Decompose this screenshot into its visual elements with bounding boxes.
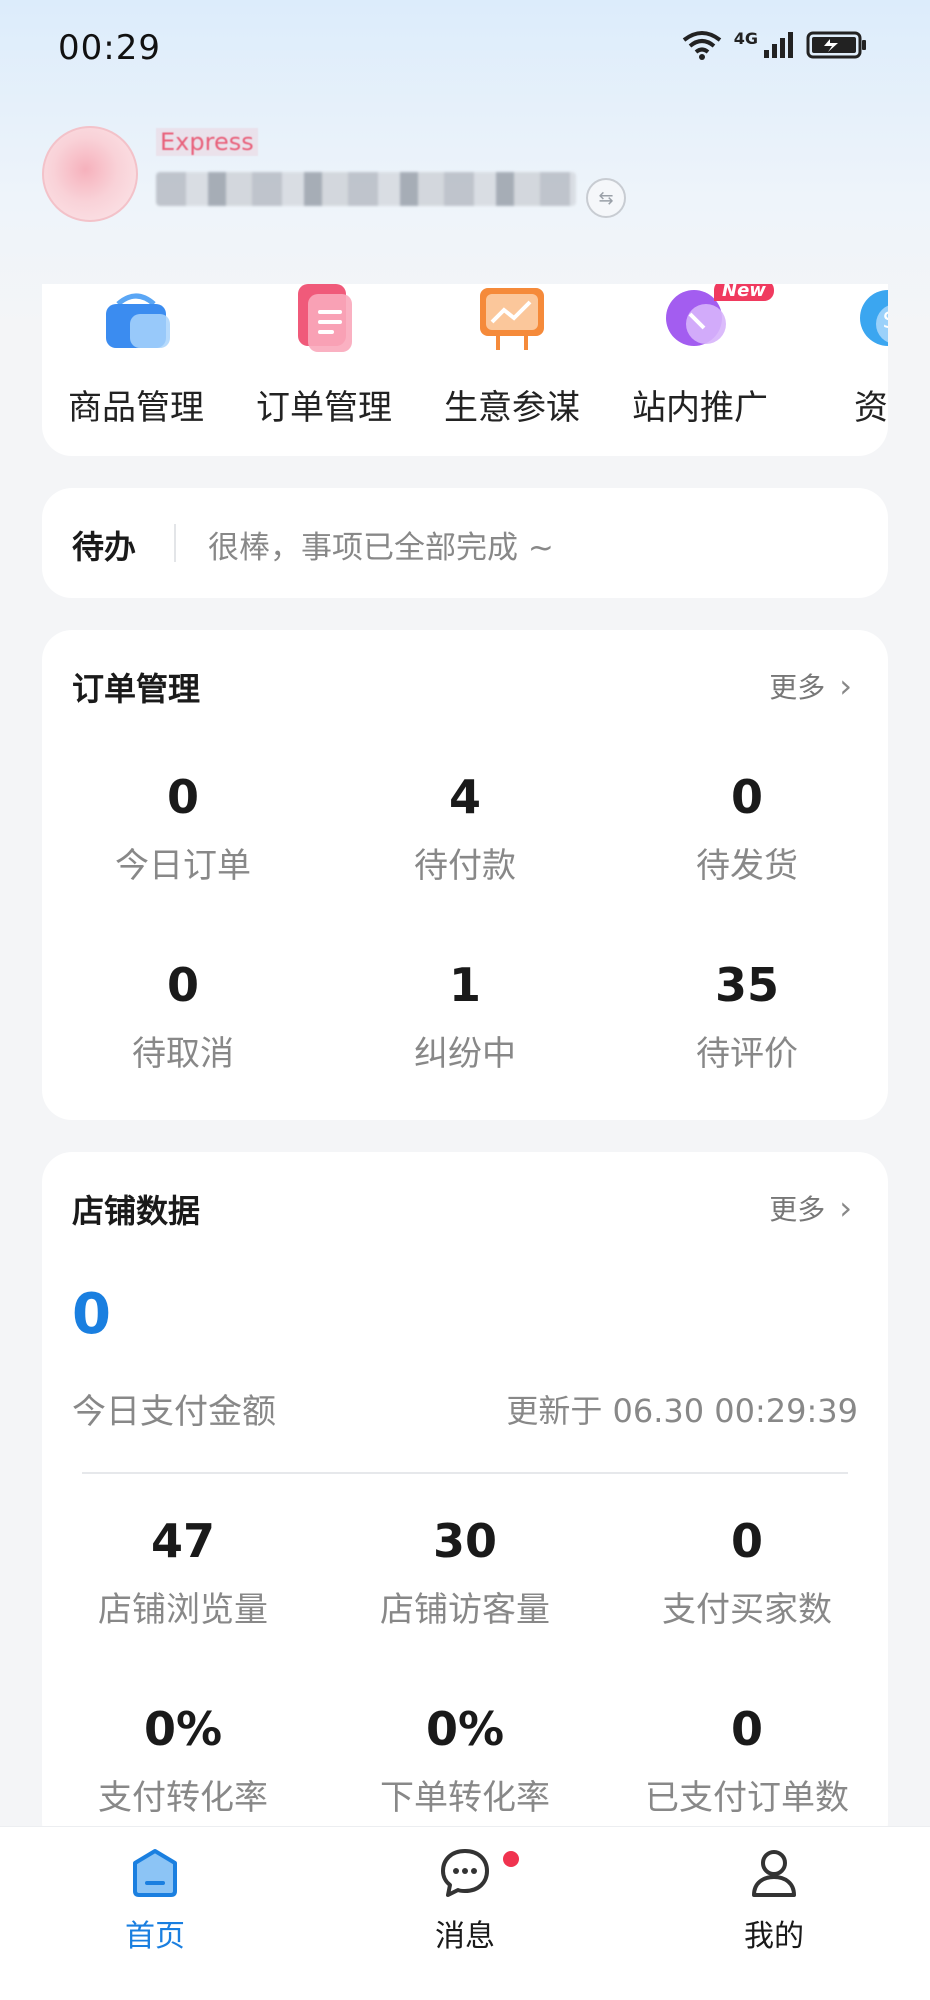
stat-value: 0 — [166, 958, 199, 1012]
store-header: Express ⇆ — [0, 110, 930, 260]
store-name: Express — [156, 128, 258, 156]
divider — [82, 1472, 848, 1474]
user-icon — [752, 1850, 796, 1897]
funds-icon: $ — [860, 290, 888, 346]
status-time: 00:29 — [58, 28, 161, 68]
order-management-card: 订单管理 更多 › 0 今日订单 4 待付款 0 待发货 0 待取消 1 纠纷中… — [42, 630, 888, 1120]
nav-label: 我的 — [744, 1919, 804, 1954]
stat-label: 下单转化率 — [380, 1778, 550, 1818]
nav-home[interactable]: 首页 — [75, 1845, 235, 1955]
stat-store-views[interactable]: 47 店铺浏览量 — [42, 1498, 324, 1686]
home-icon — [133, 1849, 177, 1897]
chevron-right-icon: › — [839, 1189, 852, 1227]
nav-profile[interactable]: 我的 — [694, 1845, 854, 1955]
switch-arrows-icon[interactable]: ⇆ — [586, 178, 626, 218]
quick-action-onsite-promotion[interactable]: New 站内推广 — [606, 284, 794, 456]
svg-text:$: $ — [882, 305, 888, 335]
stat-value: 35 — [714, 958, 779, 1012]
stat-value: 4 — [448, 770, 481, 824]
stat-in-dispute[interactable]: 1 纠纷中 — [324, 942, 606, 1130]
nav-messages[interactable]: 消息 — [385, 1845, 545, 1955]
signal-4g-label: 4G — [733, 28, 758, 48]
status-icons: 4G — [680, 28, 868, 62]
battery-charging-icon — [806, 31, 866, 59]
stat-label: 待评价 — [696, 1034, 798, 1074]
card-title: 订单管理 — [72, 670, 201, 708]
stat-pending-cancel[interactable]: 0 待取消 — [42, 942, 324, 1130]
updated-timestamp: 更新于 06.30 00:29:39 — [506, 1392, 858, 1430]
divider — [174, 524, 176, 562]
stat-paying-buyers[interactable]: 0 支付买家数 — [606, 1498, 888, 1686]
bottom-navigation: 首页 消息 我的 — [0, 1826, 930, 2000]
quick-actions-card: 商品管理 订单管理 生意参谋 New 站内推广 资 — [42, 284, 888, 456]
signal-icon — [764, 32, 793, 58]
quick-action-label: 资金 — [854, 388, 888, 428]
stat-label: 待取消 — [132, 1034, 234, 1074]
shopping-bag-icon — [106, 293, 170, 348]
unread-dot — [503, 1851, 519, 1867]
quick-action-funds[interactable]: $ 资金 — [794, 284, 888, 456]
nav-label: 首页 — [125, 1919, 185, 1954]
stat-label: 纠纷中 — [414, 1034, 516, 1074]
quick-action-label: 生意参谋 — [444, 388, 580, 428]
quick-action-business-advisor[interactable]: 生意参谋 — [418, 284, 606, 456]
stat-value: 0 — [730, 1514, 763, 1568]
stat-label: 今日订单 — [115, 846, 251, 886]
nav-label: 消息 — [435, 1919, 495, 1954]
stat-value: 47 — [150, 1514, 215, 1568]
order-more-link[interactable]: 更多 › — [769, 666, 852, 706]
document-icon — [298, 284, 352, 352]
todo-card[interactable]: 待办 很棒，事项已全部完成 ~ — [42, 488, 888, 598]
stat-value: 0% — [425, 1702, 505, 1756]
store-id-redacted — [156, 172, 576, 206]
stat-label: 已支付订单数 — [645, 1778, 849, 1818]
chart-board-icon — [480, 288, 544, 350]
chat-bubble-icon — [441, 1849, 489, 1897]
stat-value: 0 — [730, 770, 763, 824]
stat-pending-payment[interactable]: 4 待付款 — [324, 754, 606, 942]
stat-value: 0 — [730, 1702, 763, 1756]
status-bar: 00:29 4G — [0, 0, 930, 100]
stat-label: 支付转化率 — [98, 1778, 268, 1818]
order-stats-grid: 0 今日订单 4 待付款 0 待发货 0 待取消 1 纠纷中 35 待评价 — [42, 754, 888, 1130]
stat-value: 30 — [432, 1514, 497, 1568]
card-title: 店铺数据 — [72, 1192, 201, 1230]
stat-label: 待发货 — [696, 846, 798, 886]
stat-label: 支付买家数 — [662, 1590, 832, 1630]
quick-action-label: 商品管理 — [68, 388, 204, 428]
stat-value: 0% — [143, 1702, 223, 1756]
stat-pending-review[interactable]: 35 待评价 — [606, 942, 888, 1130]
new-badge: New — [714, 284, 774, 301]
quick-action-label: 站内推广 — [632, 388, 768, 428]
todo-title: 待办 — [72, 528, 137, 566]
stat-label: 店铺访客量 — [380, 1590, 550, 1630]
quick-action-order-management[interactable]: 订单管理 — [230, 284, 418, 456]
stat-pending-shipment[interactable]: 0 待发货 — [606, 754, 888, 942]
store-more-link[interactable]: 更多 › — [769, 1188, 852, 1228]
more-label: 更多 — [769, 1193, 826, 1226]
stat-label: 店铺浏览量 — [98, 1590, 268, 1630]
today-pay-label: 今日支付金额 — [72, 1392, 276, 1432]
stat-value: 0 — [166, 770, 199, 824]
store-stats-grid: 47 店铺浏览量 30 店铺访客量 0 支付买家数 0% 支付转化率 0% 下单… — [42, 1498, 888, 1874]
more-label: 更多 — [769, 671, 826, 704]
quick-actions-row: 商品管理 订单管理 生意参谋 New 站内推广 资 — [42, 284, 888, 456]
todo-message: 很棒，事项已全部完成 ~ — [208, 530, 554, 566]
stat-value: 1 — [448, 958, 481, 1012]
quick-action-label: 订单管理 — [256, 388, 392, 428]
store-data-card: 店铺数据 更多 › 0 今日支付金额 更新于 06.30 00:29:39 47… — [42, 1152, 888, 1852]
chevron-right-icon: › — [839, 667, 852, 705]
wifi-6-icon — [682, 31, 721, 60]
quick-action-product-management[interactable]: 商品管理 — [42, 284, 230, 456]
stat-label: 待付款 — [414, 846, 516, 886]
stat-today-orders[interactable]: 0 今日订单 — [42, 754, 324, 942]
stat-store-visitors[interactable]: 30 店铺访客量 — [324, 1498, 606, 1686]
today-pay-amount: 0 — [72, 1282, 111, 1347]
avatar[interactable] — [42, 126, 138, 222]
